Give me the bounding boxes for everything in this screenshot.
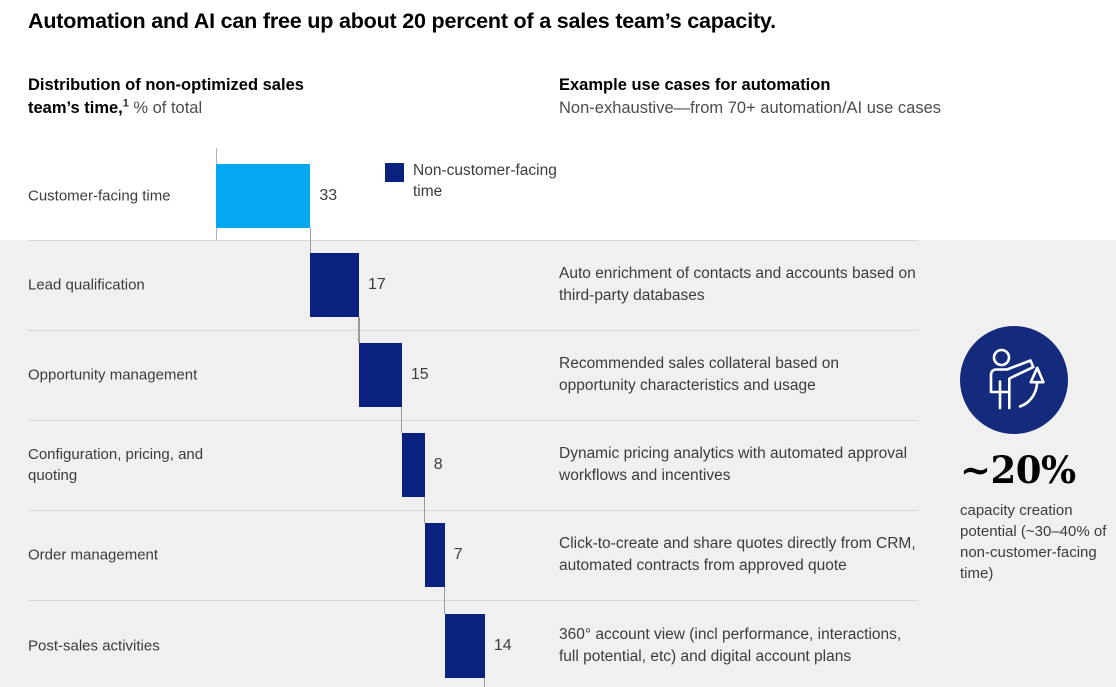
waterfall-connector xyxy=(358,317,360,343)
table-row: Opportunity management 15 Recommended sale… xyxy=(0,330,1116,420)
waterfall-bar xyxy=(310,253,359,317)
left-heading-light: % of total xyxy=(133,99,203,117)
waterfall-connector xyxy=(401,407,403,433)
row-usecase-text: Click-to-create and share quotes directl… xyxy=(559,535,916,574)
right-column-heading: Example use cases for automation Non-exh… xyxy=(559,74,959,120)
waterfall-bar xyxy=(424,523,445,587)
table-row: Configuration, pricing, and quoting 8 Dyna… xyxy=(0,420,1116,510)
bar-value-label: 33 xyxy=(319,187,338,204)
table-row: Lead qualification 17 Auto enrichment of c… xyxy=(0,240,1116,330)
waterfall-bar xyxy=(216,164,311,228)
page-title: Automation and AI can free up about 20 p… xyxy=(28,9,776,33)
row-category-label: Customer-facing time xyxy=(28,187,171,205)
row-usecase-text: Auto enrichment of contacts and accounts… xyxy=(559,265,916,304)
person-pointing-up-arrow-icon xyxy=(960,326,1068,434)
waterfall-connector xyxy=(309,228,311,253)
row-usecase-text: 360° account view (incl performance, int… xyxy=(559,625,902,665)
callout-value: ~20% xyxy=(960,448,1076,492)
footnote-marker: 1 xyxy=(122,97,129,110)
row-bar-lane: 14 xyxy=(216,600,536,687)
waterfall-bar xyxy=(359,343,402,407)
waterfall-connector xyxy=(444,587,446,614)
table-row: Post-sales activities 14 360° account view… xyxy=(0,600,1116,687)
waterfall-bar xyxy=(401,433,425,497)
callout-description: capacity creation potential (~30–40% of … xyxy=(960,502,1107,582)
bar-value-label: 15 xyxy=(410,366,429,383)
row-category-label: Lead qualification xyxy=(28,276,145,294)
bar-value-label: 14 xyxy=(493,636,512,654)
row-category-label: Post-sales activities xyxy=(28,637,160,654)
waterfall-connector xyxy=(484,677,486,687)
row-usecase-text: Recommended sales collateral based on op… xyxy=(559,355,840,394)
waterfall-bar xyxy=(444,613,485,678)
row-category-label: Configuration, pricing, and quoting xyxy=(28,446,204,484)
legend-swatch-non-customer-facing xyxy=(385,163,404,182)
right-heading-strong: Example use cases for automation xyxy=(559,76,831,94)
row-bar-lane: 8 xyxy=(216,420,536,510)
left-column-heading: Distribution of non-optimized sales team… xyxy=(28,74,328,120)
row-bar-lane: 17 xyxy=(216,240,536,330)
row-category-label: Order management xyxy=(28,546,159,564)
bar-value-label: 7 xyxy=(453,546,463,563)
table-row: Order management 7 Click-to-create and sha… xyxy=(0,510,1116,600)
legend-label: Non-customer-facing time xyxy=(413,162,557,200)
capacity-callout: ~20% capacity creation potential (~30–40… xyxy=(960,152,1116,687)
chart-page: Automation and AI can free up about 20 p… xyxy=(0,0,1116,687)
row-bar-lane: 15 xyxy=(216,330,536,420)
waterfall-rows: Customer-facing time 33 Lead qualification… xyxy=(0,152,1116,687)
row-usecase-text: Dynamic pricing analytics with automated… xyxy=(559,445,908,484)
waterfall-connector xyxy=(424,497,426,523)
row-category-label: Opportunity management xyxy=(28,366,198,384)
bar-value-label: 8 xyxy=(433,456,443,473)
row-bar-lane: 7 xyxy=(216,510,536,600)
bar-value-label: 17 xyxy=(368,276,386,293)
right-heading-light: Non-exhaustive—from 70+ automation/AI us… xyxy=(559,99,941,117)
